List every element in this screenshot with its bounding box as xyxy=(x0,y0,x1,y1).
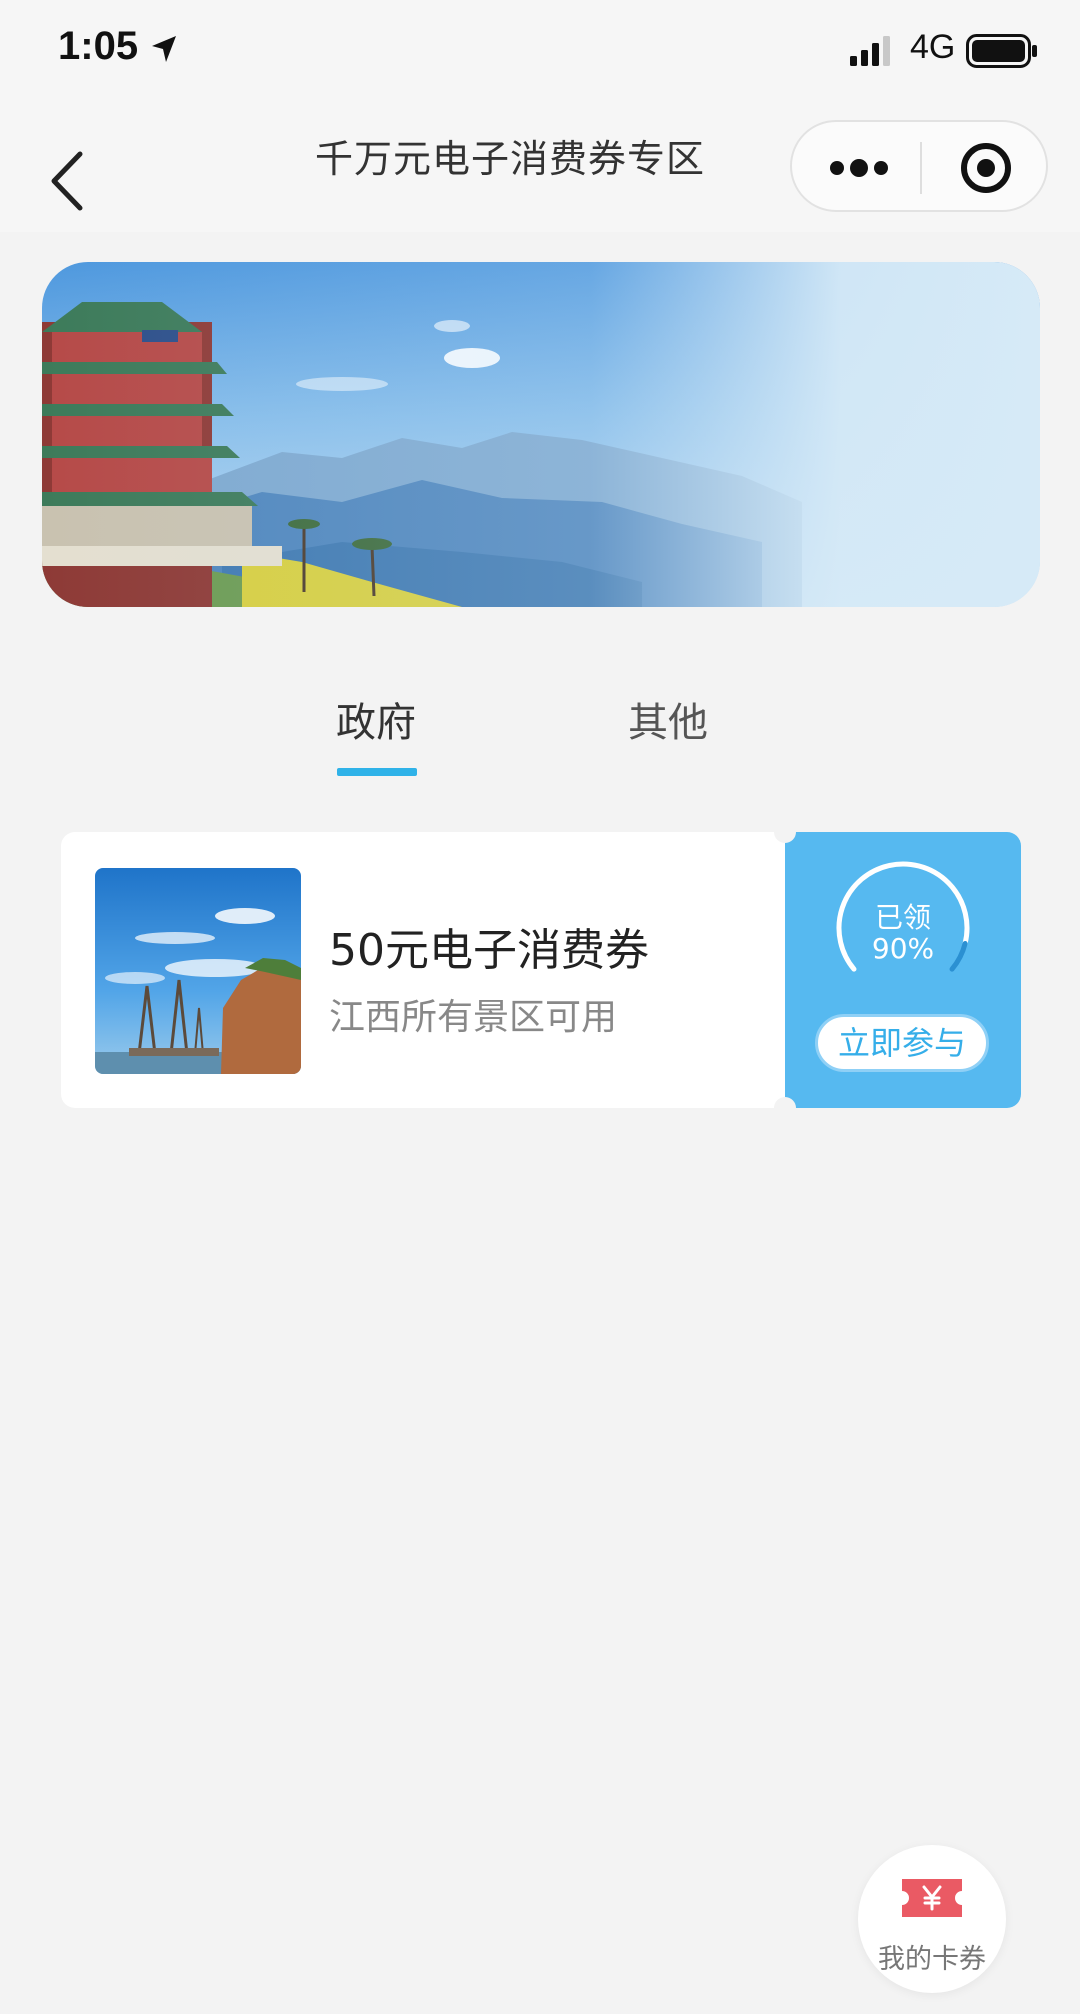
yen-ticket-icon xyxy=(902,1879,962,1917)
signal-icon xyxy=(850,36,890,66)
coupon-notch-top xyxy=(774,821,796,843)
tab-other[interactable]: 其他 xyxy=(628,690,708,748)
banner-illustration xyxy=(42,262,1040,607)
coupon-description: 江西所有景区可用 xyxy=(329,997,618,1038)
target-icon[interactable] xyxy=(958,140,1014,196)
join-now-button[interactable]: 立即参与 xyxy=(815,1014,989,1072)
tab-government[interactable]: 政府 xyxy=(336,690,416,748)
more-dots-icon[interactable] xyxy=(828,148,890,188)
scenic-photo xyxy=(95,868,301,1074)
mini-program-capsule xyxy=(790,120,1048,212)
status-bar: 1:05 4G xyxy=(0,0,1080,100)
claimed-percent: 90% xyxy=(871,932,935,965)
back-icon[interactable] xyxy=(44,148,94,214)
claimed-label: 已领 xyxy=(874,901,931,934)
coupon-title: 50元电子消费券 xyxy=(329,925,649,976)
coupon-card[interactable]: 50元电子消费券 江西所有景区可用 xyxy=(61,832,785,1108)
banner-image[interactable] xyxy=(42,262,1040,607)
coupon-claim-panel: 已领 90% 立即参与 xyxy=(785,832,1021,1108)
coupon-notch-bottom xyxy=(774,1097,796,1119)
my-coupons-label: 我的卡券 xyxy=(878,1944,986,1975)
my-coupons-button[interactable]: 我的卡券 xyxy=(858,1845,1006,1993)
navigation-bar: 千万元电子消费券专区 xyxy=(0,100,1080,232)
battery-icon xyxy=(966,34,1037,68)
page-title: 千万元电子消费券专区 xyxy=(314,137,705,181)
network-label: 4G xyxy=(910,28,956,66)
capsule-divider xyxy=(920,142,922,194)
active-tab-indicator xyxy=(337,768,417,776)
status-time: 1:05 xyxy=(58,24,139,68)
coupon-thumbnail xyxy=(95,868,301,1074)
location-arrow-icon xyxy=(152,36,176,62)
